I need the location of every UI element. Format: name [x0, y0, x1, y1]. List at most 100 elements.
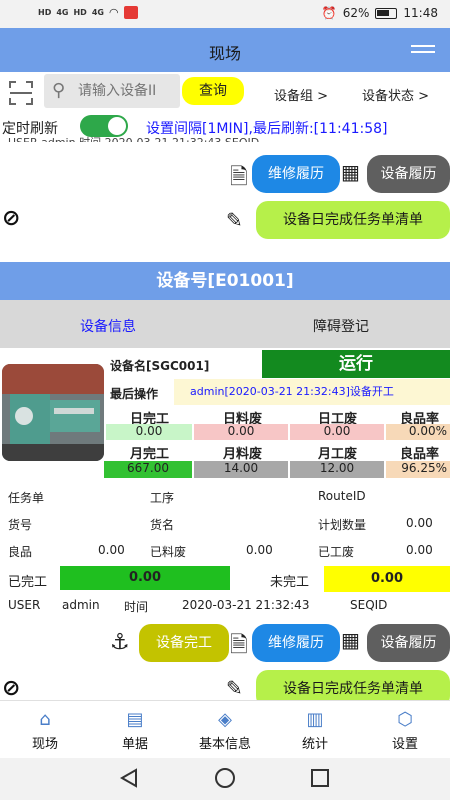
search-input[interactable] — [78, 80, 178, 102]
bar-chart-icon: ▥ — [306, 709, 324, 730]
layers-icon: ◈ — [218, 709, 232, 730]
bottom-nav: ⌂ 现场 ▤ 单据 ◈ 基本信息 ▥ 统计 ⬡ 设置 — [0, 700, 450, 758]
settings-icon: ⬡ — [397, 709, 413, 730]
month-material-scrap-header: 月料废 — [223, 447, 263, 462]
device-header: 设备号[E01001] — [0, 262, 450, 300]
nav-basic-info[interactable]: ◈ 基本信息 — [180, 709, 270, 752]
time-value: 2020-03-21 21:32:43 — [182, 598, 310, 612]
battery-icon — [375, 7, 398, 19]
nav-basic-info-label: 基本信息 — [198, 737, 251, 752]
system-nav-bar — [0, 758, 450, 800]
device-group-filter[interactable]: 设备组 > — [274, 85, 328, 104]
month-work-scrap-header: 月工废 — [318, 447, 358, 462]
part-name-label: 货名 — [150, 518, 175, 532]
plan-qty-value: 0.00 — [406, 516, 433, 530]
seqid-label: SEQID — [350, 598, 388, 612]
day-done-value: 0.00 — [106, 424, 192, 440]
part-label: 货号 — [8, 518, 33, 532]
edit-icon[interactable]: ✎ — [226, 208, 243, 232]
device-tabs: 设备信息 障碍登记 — [0, 300, 450, 348]
device-photo — [2, 364, 104, 461]
device-status-filter[interactable]: 设备状态 > — [362, 85, 429, 104]
device-complete-button[interactable]: 设备完工 — [139, 624, 229, 662]
wifi-icon: ◠ — [108, 6, 119, 19]
plan-qty-label: 计划数量 — [318, 518, 367, 532]
notification-icon — [123, 6, 138, 19]
edit-icon-2[interactable]: ✎ — [226, 676, 243, 700]
work-scrap-value: 0.00 — [406, 543, 433, 557]
undone-value: 0.00 — [324, 566, 450, 592]
daily-task-list-button[interactable]: 设备日完成任务单清单 — [256, 201, 450, 239]
document-icon[interactable]: 🗎 — [230, 160, 248, 198]
status-left: HD 4G HD 4G ◠ — [38, 6, 138, 19]
done-value: 0.00 — [60, 566, 230, 590]
disable-icon[interactable]: ⊘ — [2, 206, 20, 231]
search-box[interactable]: ⚲ — [44, 74, 180, 108]
title-bar: 现场 — [0, 28, 450, 72]
network-label: 4G — [56, 8, 69, 17]
nav-site-label: 现场 — [31, 737, 58, 752]
back-icon — [119, 768, 137, 788]
month-material-scrap-value: 14.00 — [194, 461, 288, 478]
material-scrap-value: 0.00 — [246, 543, 273, 557]
work-scrap-label: 已工废 — [318, 545, 355, 559]
good-label: 良品 — [8, 545, 33, 559]
last-op-value: admin[2020-03-21 21:32:43]设备开工 — [174, 379, 450, 405]
search-icon: ⚲ — [52, 80, 66, 101]
scan-icon[interactable] — [8, 80, 34, 106]
undone-label: 未完工 — [270, 575, 310, 590]
clock: 11:48 — [403, 6, 438, 20]
home-nav-icon — [215, 768, 235, 788]
network-label-2: 4G — [91, 8, 104, 17]
query-button[interactable]: 查询 — [182, 77, 244, 105]
month-yield-header: 良品率 — [400, 447, 440, 462]
alarm-icon: ⏰ — [321, 6, 337, 20]
battery-percent: 62% — [342, 6, 370, 20]
recents-icon — [311, 769, 329, 787]
route-label: RouteID — [318, 489, 366, 503]
device-history-button-2[interactable]: 设备履历 — [367, 624, 450, 662]
month-yield-value: 96.25% — [386, 461, 450, 478]
calendar-icon-2[interactable]: ▦ — [341, 628, 360, 652]
device-name: 设备名[SGC001] — [110, 359, 210, 373]
tab-device-info[interactable]: 设备信息 — [80, 316, 136, 336]
month-work-scrap-value: 12.00 — [290, 461, 384, 478]
last-op-label: 最后操作 — [110, 387, 159, 401]
status-bar: HD 4G HD 4G ◠ ⏰ 62% 11:48 — [0, 0, 450, 28]
menu-icon[interactable] — [411, 45, 435, 55]
anchor-icon[interactable]: ⚓ — [110, 630, 130, 655]
nav-site[interactable]: ⌂ 现场 — [0, 709, 90, 752]
done-label: 已完工 — [8, 575, 48, 590]
document-icon-2[interactable]: 🗎 — [230, 628, 248, 666]
day-material-scrap-value: 0.00 — [194, 424, 288, 440]
task-label: 任务单 — [8, 491, 45, 505]
disable-icon-2[interactable]: ⊘ — [2, 676, 20, 701]
device-state-badge: 运行 — [262, 350, 450, 378]
hd-label-2: HD — [73, 8, 87, 17]
repair-history-button-2[interactable]: 维修履历 — [252, 624, 340, 662]
time-label: 时间 — [124, 600, 149, 614]
month-done-header: 月完工 — [130, 447, 170, 462]
nav-documents[interactable]: ▤ 单据 — [90, 709, 180, 752]
process-label: 工序 — [150, 491, 175, 505]
hd-label: HD — [38, 8, 52, 17]
device-history-button[interactable]: 设备履历 — [367, 155, 450, 193]
user-label: USER — [8, 598, 41, 612]
month-done-value: 667.00 — [104, 461, 192, 478]
nav-statistics[interactable]: ▥ 统计 — [270, 709, 360, 752]
day-work-scrap-value: 0.00 — [290, 424, 384, 440]
tab-fault-register[interactable]: 障碍登记 — [313, 316, 369, 336]
nav-settings-label: 设置 — [391, 737, 418, 752]
nav-settings[interactable]: ⬡ 设置 — [360, 709, 450, 752]
repair-history-button[interactable]: 维修履历 — [252, 155, 340, 193]
day-yield-value: 0.00% — [386, 424, 450, 440]
page-title: 现场 — [208, 44, 241, 63]
user-value: admin — [62, 598, 100, 612]
document-list-icon: ▤ — [126, 709, 144, 730]
clipped-info-row: USER admin 时间 2020-03-21 21:32:43 SEQID — [8, 134, 438, 142]
nav-statistics-label: 统计 — [301, 737, 328, 752]
calendar-icon[interactable]: ▦ — [341, 160, 360, 184]
nav-documents-label: 单据 — [121, 737, 148, 752]
material-scrap-label: 已料废 — [150, 545, 187, 559]
home-icon: ⌂ — [39, 709, 51, 730]
